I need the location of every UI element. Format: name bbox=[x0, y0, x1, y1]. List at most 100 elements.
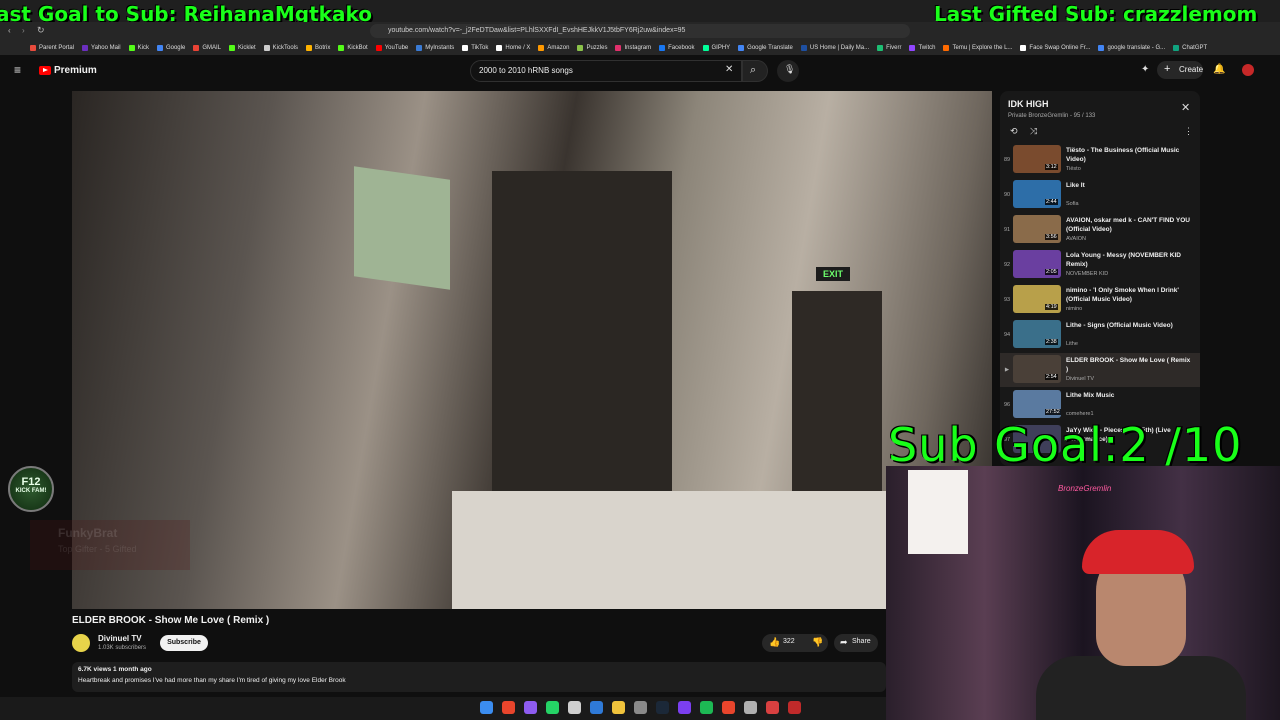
bookmark-item[interactable]: Temu | Explore the L... bbox=[943, 44, 1012, 51]
bookmark-label: Facebook bbox=[668, 44, 695, 51]
playlist-item-artist: Lithe bbox=[1066, 341, 1078, 347]
bookmark-item[interactable]: Yahoo Mail bbox=[82, 44, 121, 51]
calendar-icon[interactable] bbox=[568, 701, 581, 714]
bookmark-item[interactable]: Botrix bbox=[306, 44, 330, 51]
description-box[interactable]: 6.7K views 1 month ago Heartbreak and pr… bbox=[72, 662, 886, 692]
search-input[interactable]: 2000 to 2010 hRNB songs bbox=[470, 60, 742, 82]
cast-icon[interactable]: ✦ bbox=[1141, 64, 1149, 75]
share-button[interactable]: ➦ Share bbox=[834, 634, 878, 652]
playlist-title[interactable]: IDK HIGH bbox=[1008, 99, 1049, 109]
kick-fam-badge: F12 KICK FAM! bbox=[8, 466, 54, 512]
search-button[interactable]: ⌕ bbox=[742, 60, 768, 82]
bookmark-favicon-icon bbox=[800, 44, 807, 51]
bookmark-item[interactable]: Face Swap Online Fr... bbox=[1020, 44, 1090, 51]
playlist-item-duration: 2:44 bbox=[1045, 199, 1058, 205]
bookmark-item[interactable]: Home / X bbox=[496, 44, 530, 51]
playlist-item-duration: 2:38 bbox=[1045, 339, 1058, 345]
bookmark-label: Instagram bbox=[624, 44, 652, 51]
app-icon-2[interactable] bbox=[678, 701, 691, 714]
bookmark-label: MyInstants bbox=[425, 44, 455, 51]
youtube-logo-icon[interactable] bbox=[39, 66, 51, 75]
bookmark-item[interactable]: TikTok bbox=[462, 44, 488, 51]
voice-search-button[interactable]: 🎙 bbox=[777, 60, 799, 82]
playlist-item-title: Like It bbox=[1066, 182, 1085, 189]
forward-icon[interactable]: › bbox=[22, 26, 25, 35]
bookmark-favicon-icon bbox=[1020, 44, 1027, 51]
like-button[interactable]: 👍 322 👎 bbox=[762, 634, 828, 652]
bookmark-item[interactable]: YouTube bbox=[375, 44, 408, 51]
loop-icon[interactable]: ⟲ bbox=[1010, 126, 1018, 137]
bookmark-item[interactable]: Fiverr bbox=[877, 44, 901, 51]
channel-name[interactable]: Divinuel TV bbox=[98, 634, 142, 643]
bookmark-item[interactable]: Puzzles bbox=[577, 44, 607, 51]
bookmark-item[interactable]: KickBot bbox=[338, 44, 368, 51]
bookmark-label: ChatGPT bbox=[1182, 44, 1208, 51]
bookmark-favicon-icon bbox=[30, 44, 36, 51]
bookmark-favicon-icon bbox=[128, 44, 135, 51]
bookmark-favicon-icon bbox=[659, 44, 666, 51]
brave-browser-icon[interactable] bbox=[502, 701, 515, 714]
youtube-premium-label[interactable]: Premium bbox=[54, 65, 97, 76]
bookmark-item[interactable]: Kicklet bbox=[228, 44, 256, 51]
bookmark-item[interactable]: GIPHY bbox=[702, 44, 730, 51]
close-icon[interactable]: ✕ bbox=[1181, 101, 1190, 114]
channel-avatar[interactable] bbox=[72, 634, 90, 652]
search-icon: ⌕ bbox=[750, 64, 757, 76]
reload-icon[interactable]: ↻ bbox=[37, 25, 45, 36]
spotify-icon[interactable] bbox=[700, 701, 713, 714]
bookmark-item[interactable]: Twitch bbox=[909, 44, 935, 51]
bookmark-item[interactable]: Parent Portal bbox=[30, 44, 74, 51]
photos-icon[interactable] bbox=[590, 701, 603, 714]
file-explorer-icon[interactable] bbox=[612, 701, 625, 714]
shuffle-icon[interactable]: ⤨ bbox=[1030, 126, 1037, 137]
bookmark-item[interactable]: KickTools bbox=[263, 44, 298, 51]
notifications-bell-icon[interactable]: 🔔 bbox=[1213, 64, 1225, 75]
playlist-item-artist: nimino bbox=[1066, 306, 1083, 312]
bookmark-favicon-icon bbox=[909, 44, 916, 51]
playlist-item[interactable]: 94 2:38 Lithe - Signs (Official Music Vide… bbox=[1000, 318, 1200, 352]
url-field[interactable]: youtube.com/watch?v=-_j2FeDTDaw&list=PLh… bbox=[370, 24, 910, 38]
app-icon-6[interactable] bbox=[788, 701, 801, 714]
playlist-item[interactable]: 93 4:19 nimino - 'I Only Smoke When I Drin… bbox=[1000, 283, 1200, 317]
steam-icon[interactable] bbox=[656, 701, 669, 714]
playlist-item[interactable]: 91 3:56 AVAION, oskar med k - CAN'T FIND Y… bbox=[1000, 213, 1200, 247]
subscribe-button[interactable]: Subscribe bbox=[160, 635, 208, 651]
menu-icon[interactable]: ≡ bbox=[14, 63, 21, 77]
bookmark-item[interactable]: Kick bbox=[128, 44, 149, 51]
playlist-item[interactable]: 90 2:44 Like It Sofia bbox=[1000, 178, 1200, 212]
playlist-item[interactable]: 96 27:52 Lithe Mix Music comehere1 bbox=[1000, 388, 1200, 422]
create-button[interactable]: + Create bbox=[1157, 61, 1203, 79]
clear-search-icon[interactable]: ✕ bbox=[725, 64, 733, 75]
back-icon[interactable]: ‹ bbox=[8, 26, 11, 35]
bookmark-item[interactable]: Facebook bbox=[659, 44, 695, 51]
bookmark-favicon-icon bbox=[496, 44, 503, 51]
playlist-item-title: nimino - 'I Only Smoke When I Drink' (Of… bbox=[1066, 287, 1179, 303]
bookmark-item[interactable]: Google bbox=[156, 44, 185, 51]
bookmark-item[interactable]: Instagram bbox=[615, 44, 652, 51]
more-options-icon[interactable]: ⋮ bbox=[1184, 126, 1193, 137]
playlist-item[interactable]: 92 2:05 Lola Young - Messy (NOVEMBER KID R… bbox=[1000, 248, 1200, 282]
video-player[interactable]: EXIT bbox=[72, 91, 992, 609]
app-icon-3[interactable] bbox=[722, 701, 735, 714]
whatsapp-icon[interactable] bbox=[546, 701, 559, 714]
bookmark-item[interactable]: google translate - G... bbox=[1098, 44, 1165, 51]
app-icon-5[interactable] bbox=[766, 701, 779, 714]
bookmark-item[interactable]: US Home | Daily Ma... bbox=[800, 44, 869, 51]
bookmark-item[interactable]: ChatGPT bbox=[1173, 44, 1208, 51]
app-icon-4[interactable] bbox=[744, 701, 757, 714]
bookmark-item[interactable]: Amazon bbox=[538, 44, 569, 51]
microphone-icon: 🎙 bbox=[784, 64, 796, 74]
thumbs-down-icon[interactable]: 👎 bbox=[812, 637, 823, 648]
account-avatar[interactable] bbox=[1242, 64, 1254, 76]
settings-gear-icon[interactable] bbox=[634, 701, 647, 714]
bookmark-item[interactable]: GMAIL bbox=[193, 44, 221, 51]
app-icon-1[interactable] bbox=[524, 701, 537, 714]
windows-start-icon[interactable] bbox=[480, 701, 493, 714]
playlist-item[interactable]: 89 3:12 Tiësto - The Business (Official Mu… bbox=[1000, 143, 1200, 177]
share-icon: ➦ bbox=[840, 637, 848, 647]
bookmark-item[interactable]: Google Translate bbox=[738, 44, 793, 51]
playlist-item-artist: NOVEMBER KID bbox=[1066, 271, 1109, 277]
bookmark-item[interactable]: MyInstants bbox=[416, 44, 455, 51]
playlist-item[interactable]: 2:54 ELDER BROOK - Show Me Love ( Remix )… bbox=[1000, 353, 1200, 387]
playlist-item-artist: Tiësto bbox=[1066, 166, 1081, 172]
